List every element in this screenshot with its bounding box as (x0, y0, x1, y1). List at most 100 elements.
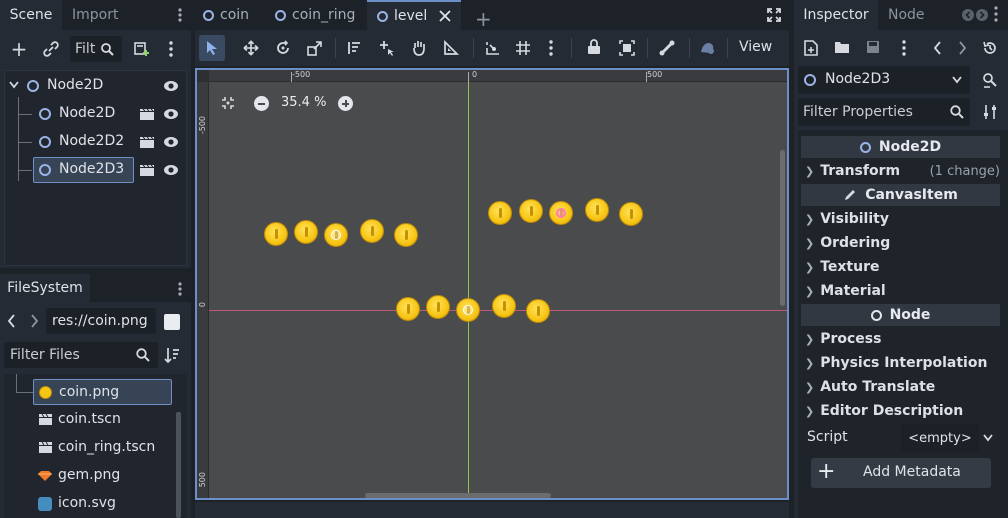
scene-filter-input[interactable]: Filt (70, 36, 122, 62)
pivot-tool-icon[interactable] (379, 40, 395, 56)
select-tool-button[interactable] (199, 35, 225, 61)
coin-sprite[interactable] (488, 201, 512, 225)
tab-node[interactable]: Node (888, 0, 938, 30)
group-ordering[interactable]: ❯ Ordering (801, 231, 1000, 255)
tab-import[interactable]: Import (72, 0, 132, 30)
file-item-icon-svg[interactable]: icon.svg (33, 491, 172, 517)
center-view-icon[interactable] (221, 96, 235, 110)
group-physics-interpolation[interactable]: ❯ Physics Interpolation (801, 351, 1000, 375)
tab-coin-ring[interactable]: coin_ring (275, 0, 365, 30)
eye-icon[interactable] (163, 79, 179, 93)
eye-icon[interactable] (163, 163, 179, 177)
group-material[interactable]: ❯ Material (801, 279, 1000, 303)
add-metadata-button[interactable]: + Add Metadata (811, 458, 991, 488)
chevron-left-icon[interactable] (962, 9, 974, 21)
selected-node-pivot-marker[interactable] (556, 208, 566, 218)
rotate-tool-icon[interactable] (275, 40, 291, 56)
toggle-view-icon[interactable] (164, 314, 180, 330)
grid-snap-icon[interactable] (515, 40, 531, 56)
file-item-coin-png[interactable]: coin.png (33, 379, 172, 405)
path-field[interactable]: res://coin.png (46, 308, 156, 334)
section-node2d[interactable]: Node2D (801, 136, 1000, 158)
coin-sprite[interactable] (426, 295, 450, 319)
group-process[interactable]: ❯ Process (801, 327, 1000, 351)
file-item-gem-png[interactable]: gem.png (33, 463, 172, 489)
group-transform[interactable]: ❯ Transform (1 change) (801, 159, 1000, 183)
history-back-icon[interactable] (934, 41, 942, 55)
clapperboard-icon[interactable] (139, 107, 155, 121)
chevron-down-icon[interactable] (983, 434, 993, 442)
open-folder-icon[interactable] (834, 40, 850, 54)
kebab-menu-icon[interactable] (174, 280, 186, 298)
node-selector-dropdown[interactable]: Node2D3 (798, 66, 970, 94)
scene-menu-icon[interactable] (164, 38, 178, 60)
eye-icon[interactable] (163, 107, 179, 121)
sort-icon[interactable] (164, 346, 180, 364)
back-arrow-icon[interactable] (8, 314, 16, 328)
tab-inspector[interactable]: Inspector (794, 0, 878, 30)
kebab-menu-icon[interactable] (174, 6, 186, 24)
coin-sprite[interactable] (360, 219, 384, 243)
object-properties-icon[interactable] (982, 72, 998, 90)
move-tool-icon[interactable] (243, 40, 259, 56)
group-visibility[interactable]: ❯ Visibility (801, 207, 1000, 231)
smart-snap-icon[interactable] (485, 40, 501, 56)
coin-sprite[interactable] (526, 299, 550, 323)
node-pivot-marker[interactable] (331, 230, 341, 240)
filter-properties-input[interactable]: Filter Properties (798, 98, 970, 126)
coin-sprite[interactable] (619, 202, 643, 226)
save-icon[interactable] (866, 40, 880, 54)
script-value-field[interactable]: <empty> (901, 424, 979, 452)
coin-sprite[interactable] (264, 222, 288, 246)
canvas-viewport[interactable]: -500 0 500 -500 0 500 35.4 % (195, 68, 789, 500)
resource-menu-icon[interactable] (902, 40, 906, 56)
history-forward-icon[interactable] (958, 41, 966, 55)
tab-filesystem[interactable]: FileSystem (0, 274, 90, 302)
ruler-tool-icon[interactable] (443, 40, 459, 56)
add-node-icon[interactable]: + (8, 37, 30, 61)
group-icon[interactable] (619, 40, 635, 56)
zoom-out-button[interactable] (254, 96, 269, 111)
zoom-level[interactable]: 35.4 % (281, 95, 326, 110)
node-pivot-marker[interactable] (463, 305, 473, 315)
list-select-icon[interactable] (347, 40, 363, 56)
new-resource-icon[interactable] (804, 40, 818, 56)
history-icon[interactable] (982, 40, 998, 56)
coin-sprite[interactable] (492, 294, 516, 318)
tree-item-node2d-root[interactable]: Node2D (5, 73, 186, 99)
vertical-scrollbar[interactable] (780, 150, 785, 306)
clapperboard-icon[interactable] (139, 163, 155, 177)
section-canvasitem[interactable]: CanvasItem (801, 184, 1000, 206)
coin-sprite[interactable] (394, 223, 418, 247)
kebab-menu-icon[interactable] (994, 6, 998, 22)
clapperboard-icon[interactable] (139, 135, 155, 149)
distraction-free-icon[interactable] (767, 8, 781, 22)
link-icon[interactable] (40, 38, 62, 60)
group-auto-translate[interactable]: ❯ Auto Translate (801, 375, 1000, 399)
tree-item-node2d2[interactable]: Node2D2 (5, 129, 186, 155)
filter-files-input[interactable]: Filter Files (4, 342, 158, 368)
tree-item-node2d3[interactable]: Node2D3 (5, 157, 186, 183)
camera-override-icon[interactable] (699, 40, 715, 56)
chevron-right-icon[interactable] (976, 9, 988, 21)
bone-icon[interactable] (659, 40, 675, 56)
pan-tool-icon[interactable] (411, 39, 427, 56)
section-node[interactable]: Node (801, 304, 1000, 326)
chevron-down-icon[interactable] (9, 81, 19, 89)
file-item-coin-ring-tscn[interactable]: coin_ring.tscn (33, 435, 172, 461)
coin-sprite[interactable] (396, 297, 420, 321)
scale-tool-icon[interactable] (307, 40, 323, 56)
tab-level[interactable]: level (367, 0, 461, 30)
tab-coin[interactable]: coin (203, 0, 263, 30)
forward-arrow-icon[interactable] (30, 314, 38, 328)
lock-icon[interactable] (587, 39, 601, 55)
tree-item-node2d[interactable]: Node2D (5, 101, 186, 127)
add-tab-icon[interactable]: + (475, 7, 492, 31)
coin-sprite[interactable] (294, 220, 318, 244)
instance-scene-icon[interactable] (132, 38, 152, 60)
zoom-in-button[interactable] (338, 96, 353, 111)
eye-icon[interactable] (163, 135, 179, 149)
view-menu-button[interactable]: View (739, 39, 772, 55)
tools-icon[interactable] (982, 104, 998, 120)
coin-sprite[interactable] (585, 198, 609, 222)
